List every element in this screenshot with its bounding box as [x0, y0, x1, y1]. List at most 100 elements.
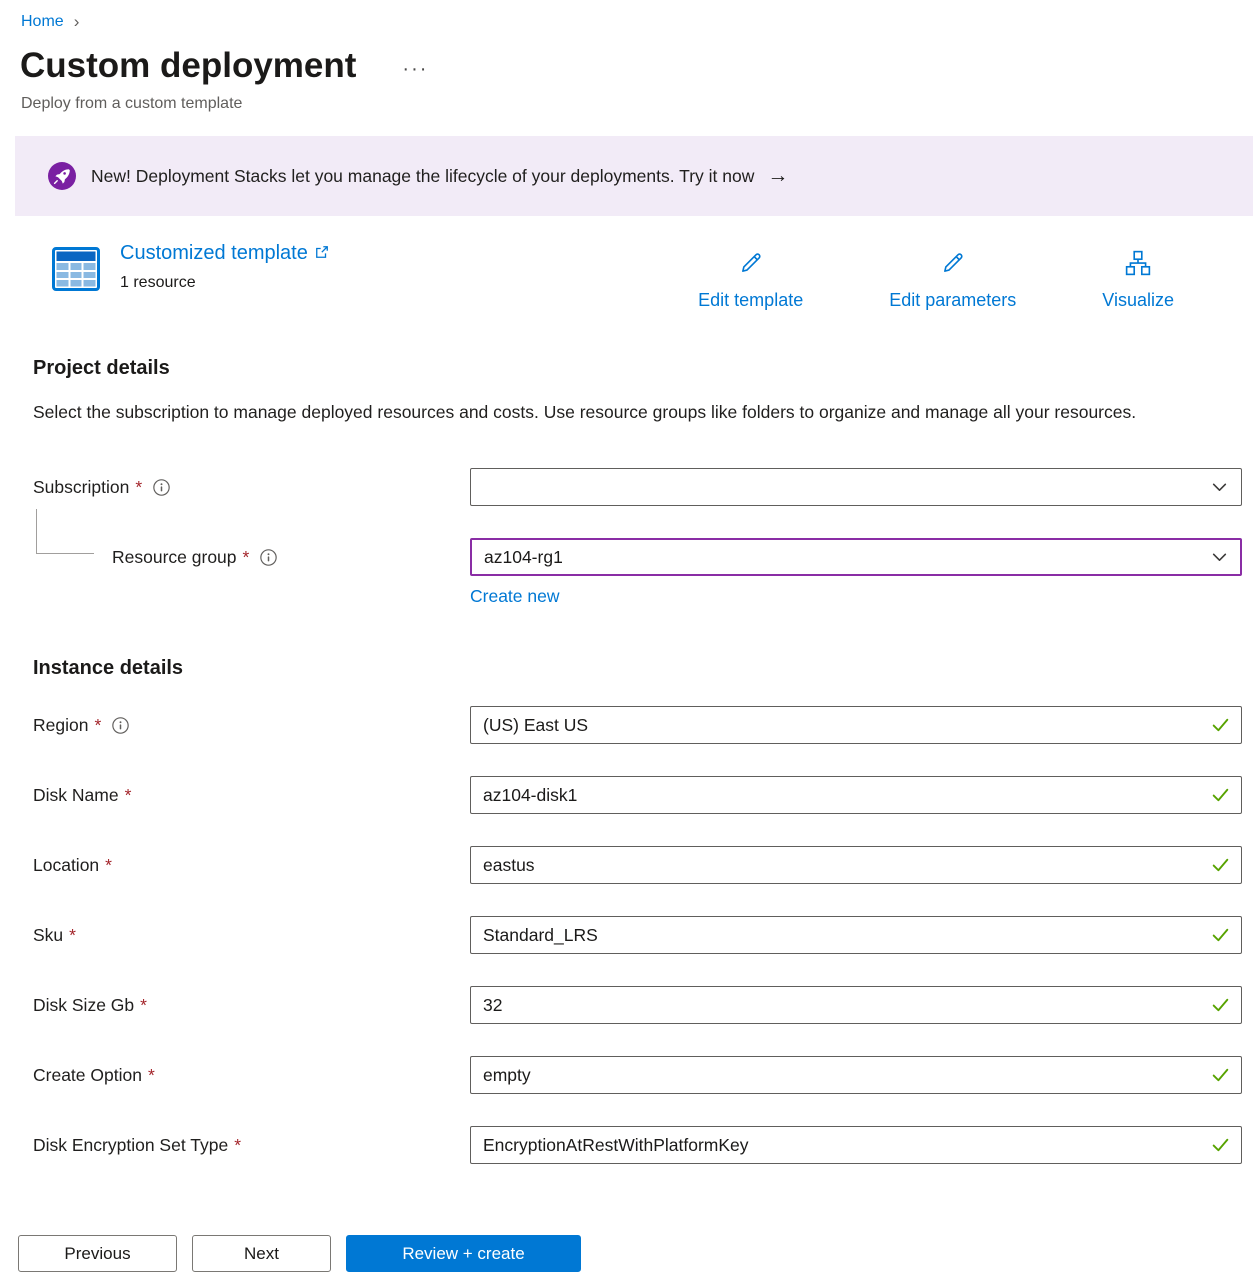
required-marker: *	[243, 547, 250, 568]
review-create-button[interactable]: Review + create	[346, 1235, 581, 1272]
disk-encryption-set-type-value: EncryptionAtRestWithPlatformKey	[483, 1135, 749, 1156]
subscription-label-group: Subscription *	[33, 477, 470, 498]
banner-message: New! Deployment Stacks let you manage th…	[91, 166, 754, 187]
create-option-input[interactable]: empty	[470, 1056, 1242, 1094]
template-card: Customized template 1 resource	[52, 242, 1174, 311]
page-header: Custom deployment ···	[0, 32, 1253, 86]
region-label-group: Region *	[33, 715, 470, 736]
disk-encryption-set-type-input[interactable]: EncryptionAtRestWithPlatformKey	[470, 1126, 1242, 1164]
info-icon[interactable]	[260, 549, 277, 566]
page-subtitle: Deploy from a custom template	[0, 86, 1253, 113]
subscription-label: Subscription	[33, 477, 129, 498]
rocket-icon	[48, 162, 76, 190]
more-options-icon[interactable]: ···	[402, 52, 428, 81]
visualize-button[interactable]: Visualize	[1102, 250, 1174, 311]
valid-check-icon	[1210, 925, 1231, 946]
field-row-region: Region * (US) East US	[33, 706, 1242, 744]
disk-name-label-group: Disk Name *	[33, 785, 470, 806]
instance-details-heading: Instance details	[33, 657, 1253, 680]
resource-group-dropdown[interactable]: az104-rg1	[470, 538, 1242, 576]
customized-template-link[interactable]: Customized template	[120, 242, 308, 265]
create-new-link[interactable]: Create new	[470, 586, 560, 606]
edit-parameters-label: Edit parameters	[889, 290, 1016, 311]
disk-size-gb-input[interactable]: 32	[470, 986, 1242, 1024]
deployment-stacks-banner[interactable]: New! Deployment Stacks let you manage th…	[15, 136, 1253, 216]
arrow-right-icon[interactable]: →	[767, 164, 788, 188]
valid-check-icon	[1210, 995, 1231, 1016]
breadcrumb-separator-icon: ›	[74, 12, 80, 32]
edit-template-label: Edit template	[698, 290, 803, 311]
sku-value: Standard_LRS	[483, 925, 598, 946]
template-actions: Edit template Edit parameters Visualiz	[698, 250, 1174, 311]
location-value: eastus	[483, 855, 535, 876]
region-label: Region	[33, 715, 88, 736]
sku-label-group: Sku *	[33, 925, 470, 946]
valid-check-icon	[1210, 1065, 1231, 1086]
page-title: Custom deployment	[20, 46, 356, 86]
disk-size-gb-label: Disk Size Gb	[33, 995, 134, 1016]
region-value: (US) East US	[483, 715, 588, 736]
disk-size-gb-label-group: Disk Size Gb *	[33, 995, 470, 1016]
edit-template-button[interactable]: Edit template	[698, 250, 803, 311]
sitemap-icon	[1125, 250, 1151, 281]
required-marker: *	[94, 715, 101, 736]
external-link-icon	[315, 242, 329, 265]
valid-check-icon	[1210, 1135, 1231, 1156]
subscription-resource-group-connector	[36, 509, 94, 554]
sku-input[interactable]: Standard_LRS	[470, 916, 1242, 954]
location-label: Location	[33, 855, 99, 876]
disk-name-value: az104-disk1	[483, 785, 577, 806]
resource-group-label-group: Resource group *	[33, 547, 470, 568]
valid-check-icon	[1210, 785, 1231, 806]
location-input[interactable]: eastus	[470, 846, 1242, 884]
required-marker: *	[69, 925, 76, 946]
resource-group-control: az104-rg1	[470, 538, 1242, 576]
subscription-dropdown[interactable]	[470, 468, 1242, 506]
breadcrumb-home-link[interactable]: Home	[21, 13, 64, 31]
previous-button[interactable]: Previous	[18, 1235, 177, 1272]
field-row-resource-group: Resource group * az104-rg1	[33, 538, 1242, 576]
template-info: Customized template 1 resource	[120, 242, 329, 292]
template-summary: Customized template 1 resource	[52, 242, 329, 292]
resource-group-label: Resource group	[112, 547, 237, 568]
region-input[interactable]: (US) East US	[470, 706, 1242, 744]
wizard-footer: Previous Next Review + create	[0, 1212, 1253, 1280]
disk-encryption-set-type-label-group: Disk Encryption Set Type *	[33, 1135, 470, 1156]
create-new-row: Create new	[470, 586, 1253, 607]
create-option-value: empty	[483, 1065, 531, 1086]
field-row-disk-name: Disk Name * az104-disk1	[33, 776, 1242, 814]
disk-size-gb-control: 32	[470, 986, 1242, 1024]
info-icon[interactable]	[153, 479, 170, 496]
required-marker: *	[125, 785, 132, 806]
location-control: eastus	[470, 846, 1242, 884]
disk-name-label: Disk Name	[33, 785, 119, 806]
field-row-create-option: Create Option * empty	[33, 1056, 1242, 1094]
disk-size-gb-value: 32	[483, 995, 502, 1016]
field-row-disk-size-gb: Disk Size Gb * 32	[33, 986, 1242, 1024]
field-row-subscription: Subscription *	[33, 468, 1242, 506]
project-details-heading: Project details	[33, 357, 1253, 380]
create-option-label: Create Option	[33, 1065, 142, 1086]
create-option-control: empty	[470, 1056, 1242, 1094]
edit-parameters-button[interactable]: Edit parameters	[889, 250, 1016, 311]
sku-label: Sku	[33, 925, 63, 946]
required-marker: *	[105, 855, 112, 876]
info-icon[interactable]	[112, 717, 129, 734]
required-marker: *	[140, 995, 147, 1016]
sku-control: Standard_LRS	[470, 916, 1242, 954]
template-icon	[52, 247, 100, 291]
disk-encryption-set-type-control: EncryptionAtRestWithPlatformKey	[470, 1126, 1242, 1164]
disk-name-input[interactable]: az104-disk1	[470, 776, 1242, 814]
disk-name-control: az104-disk1	[470, 776, 1242, 814]
next-button[interactable]: Next	[192, 1235, 331, 1272]
field-row-disk-encryption-set-type: Disk Encryption Set Type * EncryptionAtR…	[33, 1126, 1242, 1164]
required-marker: *	[234, 1135, 241, 1156]
required-marker: *	[135, 477, 142, 498]
region-control: (US) East US	[470, 706, 1242, 744]
valid-check-icon	[1210, 715, 1231, 736]
field-row-location: Location * eastus	[33, 846, 1242, 884]
breadcrumb: Home ›	[0, 0, 1253, 32]
create-option-label-group: Create Option *	[33, 1065, 470, 1086]
resource-count: 1 resource	[120, 274, 329, 292]
visualize-label: Visualize	[1102, 290, 1174, 311]
